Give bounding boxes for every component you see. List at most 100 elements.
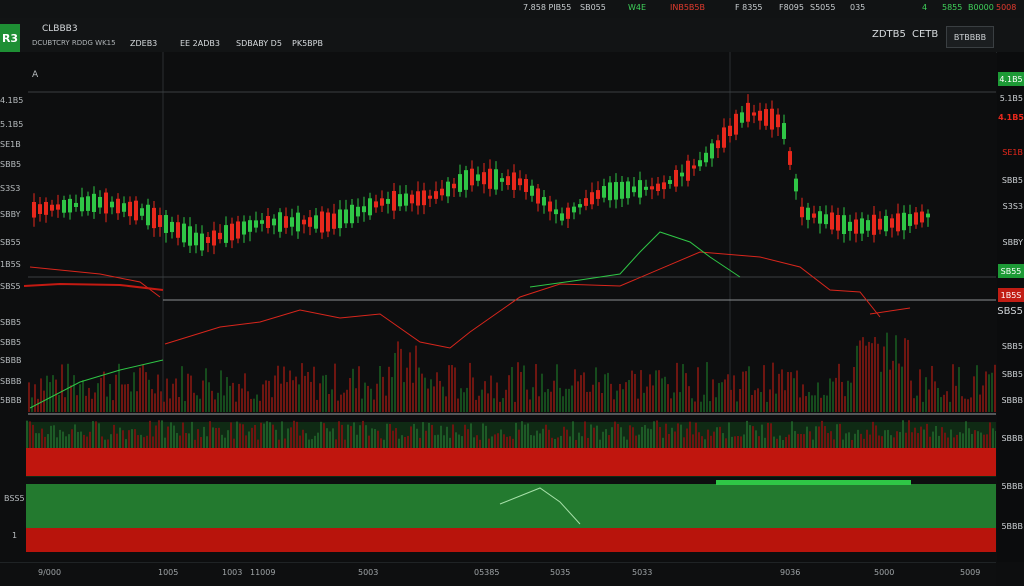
toolbar-field[interactable]: ZDEB3 (130, 39, 157, 48)
volume-bar (124, 384, 126, 412)
ticker-item[interactable]: 5008 (996, 3, 1016, 12)
volume-bar (421, 373, 423, 412)
volume-bar (167, 426, 169, 448)
ticker-item[interactable]: 035 (850, 3, 865, 12)
candle (170, 221, 174, 233)
ticker-item[interactable]: B0000 (968, 3, 994, 12)
toolbar-field[interactable]: EE 2ADB3 (180, 39, 220, 48)
volume-bar (334, 363, 336, 412)
candle (872, 214, 876, 235)
volume-bar (748, 366, 750, 412)
volume-bar (454, 367, 456, 412)
volume-bar (278, 439, 280, 448)
ticker-item[interactable]: F 8355 (735, 3, 763, 12)
volume-bar (916, 395, 918, 412)
candle (92, 193, 96, 212)
volume-bar (665, 423, 667, 448)
volume-bar (127, 383, 129, 412)
time-axis[interactable]: 9/000 1005 1003 11009 5003 05385 5035 50… (0, 562, 996, 586)
ticker-item[interactable]: F8095 (779, 3, 804, 12)
volume-bar (283, 366, 285, 412)
volume-bar (322, 375, 324, 412)
volume-bar (775, 393, 777, 412)
volume-bar (527, 423, 529, 448)
volume-bar (740, 436, 742, 448)
volume-bar (427, 388, 429, 412)
volume-bar (764, 437, 766, 448)
candle (404, 193, 408, 206)
toolbar-button[interactable]: BTBBBB (946, 26, 994, 48)
volume-bar (316, 399, 318, 412)
candle (422, 190, 426, 206)
volume-bar (371, 428, 373, 448)
volume-bar (817, 382, 819, 412)
volume-bar (254, 424, 256, 448)
ticker-item[interactable]: 4 (922, 3, 927, 12)
volume-bar (458, 434, 460, 448)
volume-bar (311, 439, 313, 448)
ticker-item[interactable]: SB055 (580, 3, 606, 12)
time-tick: 5003 (358, 568, 379, 577)
toolbar-field[interactable]: PK5BPB (292, 39, 323, 48)
volume-bar (809, 431, 811, 448)
candle (266, 216, 270, 228)
left-tick: SBB5 (0, 160, 22, 169)
volume-bar (599, 439, 601, 448)
volume-bar (571, 385, 573, 412)
ticker-item[interactable]: S5055 (810, 3, 835, 12)
volume-bar (94, 392, 96, 412)
volume-bar (689, 421, 691, 448)
candle (224, 225, 228, 243)
candle (632, 186, 636, 193)
volume-band-green (26, 480, 996, 528)
ticker-item[interactable]: 5855 (942, 3, 962, 12)
volume-bar (185, 432, 187, 448)
ticker-item[interactable]: W4E (628, 3, 646, 12)
volume-bar (398, 438, 400, 448)
volume-bar (419, 437, 421, 448)
volume-bar (535, 364, 537, 412)
volume-bar (346, 389, 348, 412)
volume-bar (314, 435, 316, 448)
volume-bar (155, 425, 157, 448)
volume-bar (331, 389, 333, 412)
ticker-item[interactable]: 7.858 PIB55 (523, 3, 571, 12)
volume-bar (280, 383, 282, 412)
volume-bar (631, 370, 633, 412)
volume-bar (898, 363, 900, 412)
price-tick: SBS5 (997, 306, 1023, 317)
volume-bar (682, 364, 684, 412)
volume-bar (941, 427, 943, 448)
volume-bar (536, 430, 538, 448)
ticker-item[interactable]: INB5B5B (670, 3, 705, 12)
volume-bar (766, 401, 768, 412)
volume-bar (865, 345, 867, 412)
volume-bar (856, 345, 858, 412)
indicator-badge-red: 1B5S (998, 288, 1024, 302)
volume-bar (214, 399, 216, 412)
price-axis[interactable]: 4.1B5 5.1B5 4.1B5 SE1B SBB5 S3S3 SBBY SB… (997, 52, 1024, 562)
toolbar-field[interactable]: SDBABY D5 (236, 39, 282, 48)
volume-bar (143, 437, 145, 448)
volume-bar (434, 435, 436, 448)
drawing-tool-label[interactable]: A (32, 70, 38, 80)
volume-bar (793, 378, 795, 412)
candle (710, 143, 714, 159)
volume-bar (841, 381, 843, 412)
left-tick: SBB5 (0, 338, 22, 347)
volume-bar (53, 425, 55, 448)
volume-bar (632, 427, 634, 448)
volume-bar (566, 429, 568, 448)
symbol-name[interactable]: CLBBB3 (42, 24, 78, 34)
volume-bar (145, 372, 147, 412)
volume-bar (485, 425, 487, 448)
volume-bar (752, 426, 754, 448)
volume-bar (802, 384, 804, 412)
app-logo[interactable]: R3 (0, 24, 20, 52)
candle (218, 232, 222, 240)
price-chart[interactable] (0, 52, 996, 562)
time-tick: 9036 (780, 568, 801, 577)
volume-bar (188, 433, 190, 448)
volume-bar (92, 421, 94, 448)
volume-bar (643, 392, 645, 412)
